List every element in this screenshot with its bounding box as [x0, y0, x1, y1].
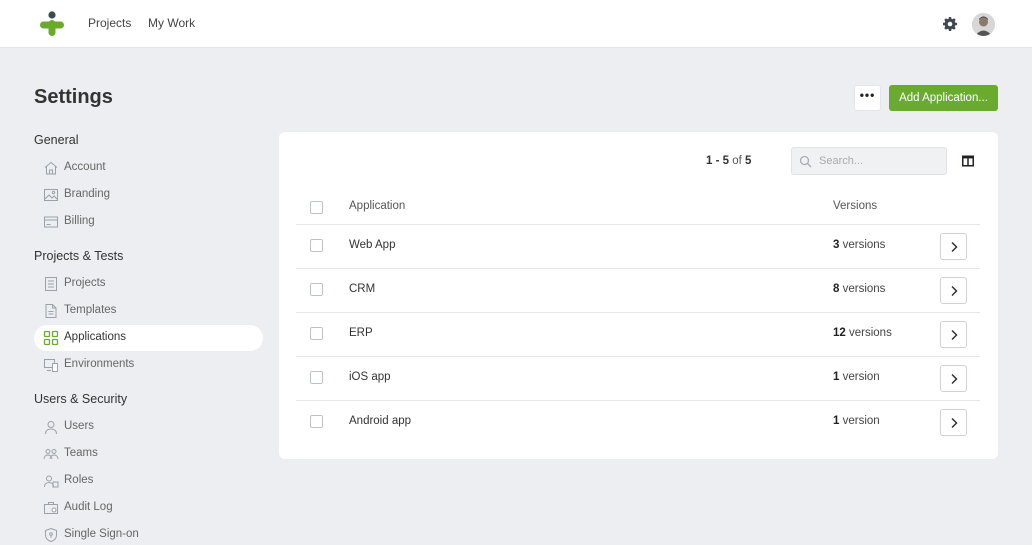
sidebar-item-users[interactable]: Users [34, 414, 263, 440]
columns-icon[interactable] [962, 155, 974, 167]
nav-my-work[interactable]: My Work [148, 16, 195, 30]
table-row[interactable]: Web App 3 versions [296, 225, 980, 269]
sidebar-item-label: Projects [64, 277, 106, 289]
sidebar-item-label: Templates [64, 304, 117, 316]
page-title: Settings [34, 86, 113, 108]
devices-icon [44, 359, 58, 372]
row-checkbox[interactable] [310, 415, 323, 428]
chevron-right-icon [950, 417, 958, 428]
table-row[interactable]: ERP 12 versions [296, 313, 980, 357]
column-header-versions[interactable]: Versions [833, 200, 877, 212]
applications-card: 1 - 5 of 5 Application Versions Web App … [279, 132, 998, 459]
chevron-right-icon [950, 373, 958, 384]
more-options-button[interactable]: ••• [854, 85, 881, 111]
roles-icon [44, 475, 59, 488]
nav-projects[interactable]: Projects [88, 16, 131, 30]
section-general: General [34, 133, 79, 147]
home-icon [44, 161, 58, 175]
chevron-right-icon [950, 329, 958, 340]
top-bar: Projects My Work [0, 0, 1032, 48]
credit-card-icon [44, 216, 58, 228]
team-icon [43, 449, 59, 460]
file-icon [45, 304, 57, 318]
open-row-button[interactable] [940, 365, 967, 392]
sidebar-item-single-sign-on[interactable]: Single Sign-on [34, 522, 263, 545]
sidebar-item-environments[interactable]: Environments [34, 352, 263, 378]
sidebar-item-label: Branding [64, 188, 111, 200]
sidebar-item-roles[interactable]: Roles [34, 468, 263, 494]
version-count: 12 versions [833, 327, 892, 339]
sidebar-item-label: Teams [64, 447, 98, 459]
row-checkbox[interactable] [310, 283, 323, 296]
application-name: Android app [349, 415, 412, 427]
sidebar-item-account[interactable]: Account [34, 155, 263, 181]
sidebar-item-billing[interactable]: Billing [34, 209, 263, 235]
open-row-button[interactable] [940, 277, 967, 304]
version-count: 3 versions [833, 239, 886, 251]
section-users-security: Users & Security [34, 392, 128, 406]
search-icon [799, 155, 812, 168]
sidebar-item-audit-log[interactable]: Audit Log [34, 495, 263, 521]
image-icon [44, 189, 58, 201]
sidebar-item-label: Single Sign-on [64, 528, 139, 540]
application-name: iOS app [349, 371, 391, 383]
table-row[interactable]: CRM 8 versions [296, 269, 980, 313]
shield-icon [45, 527, 57, 543]
open-row-button[interactable] [940, 233, 967, 260]
row-checkbox[interactable] [310, 239, 323, 252]
search-box[interactable] [791, 147, 947, 175]
sidebar-item-branding[interactable]: Branding [34, 182, 263, 208]
open-row-button[interactable] [940, 321, 967, 348]
table-row[interactable]: iOS app 1 version [296, 357, 980, 401]
section-projects-tests: Projects & Tests [34, 249, 124, 263]
row-checkbox[interactable] [310, 371, 323, 384]
sidebar-item-label: Audit Log [64, 501, 113, 513]
app-logo[interactable] [38, 11, 66, 37]
sidebar-item-teams[interactable]: Teams [34, 441, 263, 467]
sidebar-item-label: Applications [64, 331, 127, 343]
open-row-button[interactable] [940, 409, 967, 436]
version-count: 1 version [833, 371, 880, 383]
table-row[interactable]: Android app 1 version [296, 401, 980, 445]
document-list-icon [45, 277, 57, 291]
version-count: 1 version [833, 415, 880, 427]
briefcase-icon [44, 502, 58, 514]
grid-icon [43, 330, 59, 346]
application-name: CRM [349, 283, 376, 295]
pagination-info: 1 - 5 of 5 [706, 155, 752, 167]
sidebar-item-label: Account [64, 161, 106, 173]
chevron-right-icon [950, 241, 958, 252]
sidebar-item-label: Environments [64, 358, 135, 370]
gear-icon[interactable] [942, 16, 958, 32]
select-all-checkbox[interactable] [310, 201, 323, 214]
add-application-button[interactable]: Add Application... [889, 85, 998, 111]
row-checkbox[interactable] [310, 327, 323, 340]
sidebar-item-projects[interactable]: Projects [34, 271, 263, 297]
chevron-right-icon [950, 285, 958, 296]
user-icon [45, 421, 57, 435]
sidebar-item-label: Roles [64, 474, 94, 486]
sidebar-item-label: Users [64, 420, 95, 432]
user-avatar[interactable] [972, 13, 995, 36]
search-input[interactable] [819, 152, 941, 170]
sidebar-item-label: Billing [64, 215, 95, 227]
version-count: 8 versions [833, 283, 886, 295]
column-header-application[interactable]: Application [349, 200, 405, 212]
table-header: Application Versions [296, 192, 980, 225]
application-name: ERP [349, 327, 373, 339]
application-name: Web App [349, 239, 396, 251]
sidebar-item-applications[interactable]: Applications [34, 325, 263, 351]
sidebar-item-templates[interactable]: Templates [34, 298, 263, 324]
